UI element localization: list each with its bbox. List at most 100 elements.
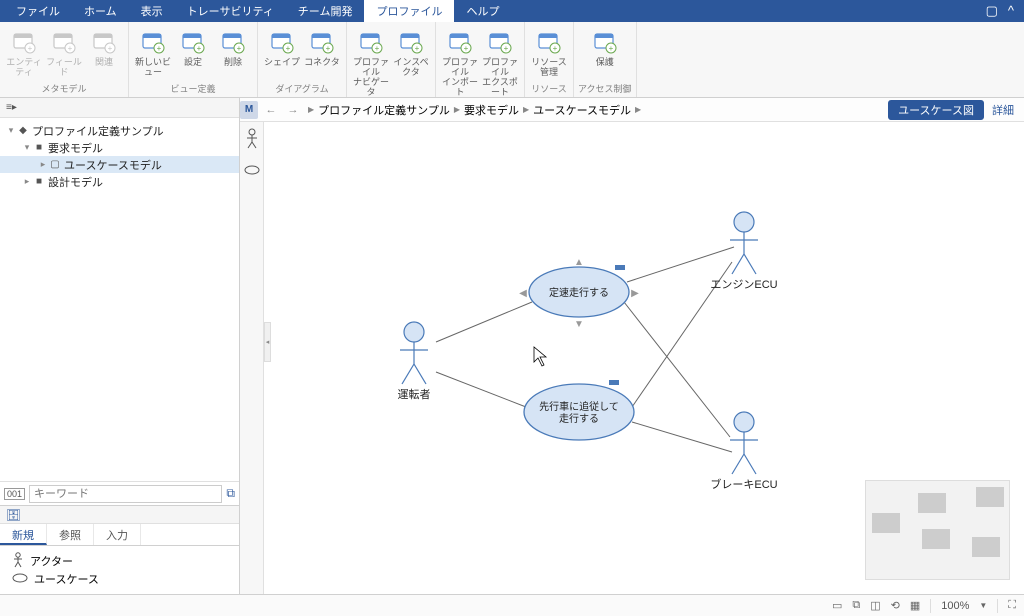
association-edge[interactable] [632, 422, 732, 452]
diagram-canvas[interactable]: ◂ 運転者エンジンECUブレーキECU定速走行する▲▼◀▶先行車に追従して走行す… [264, 122, 1024, 594]
association-edge[interactable] [436, 372, 526, 407]
tree-toggle-icon[interactable]: ▾ [6, 125, 16, 136]
resize-handle-icon[interactable]: ▼ [574, 319, 584, 330]
details-link[interactable]: 詳細 [988, 102, 1018, 118]
breadcrumb-segment[interactable]: 要求モデル [464, 102, 519, 118]
tree-item[interactable]: ▾■要求モデル [0, 139, 239, 156]
window-expand-icon[interactable]: ^ [1008, 3, 1014, 19]
ribbon-icon: + [591, 28, 619, 56]
tree-item[interactable]: ▾◆プロファイル定義サンプル [0, 122, 239, 139]
breadcrumb-segment[interactable]: ユースケースモデル [533, 102, 631, 118]
cursor-icon [534, 347, 546, 366]
ribbon-label: プロファイルインポート [440, 58, 480, 98]
palette-item[interactable]: ユースケース [12, 570, 227, 588]
tree-toggle-icon[interactable]: ▸ [22, 176, 32, 187]
breadcrumb-model-icon[interactable]: M [240, 101, 258, 119]
search-filter-icon[interactable]: ⧉ [226, 486, 235, 501]
actor-tool-icon[interactable] [245, 128, 259, 153]
ribbon-button[interactable]: +インスペクタ [391, 24, 431, 78]
svg-text:+: + [68, 44, 73, 53]
ribbon-button: +関連 [84, 24, 124, 68]
usecase-label: 定速走行する [549, 286, 609, 299]
resize-handle-icon[interactable]: ▶ [631, 288, 639, 299]
selection-tag-icon[interactable] [615, 265, 625, 270]
ribbon-icon: + [357, 28, 385, 56]
tree-item[interactable]: ▸■設計モデル [0, 173, 239, 190]
ribbon-button[interactable]: +プロファイルエクスポート [480, 24, 520, 98]
menu-tab-5[interactable]: プロファイル [364, 0, 454, 22]
menu-tab-0[interactable]: ファイル [4, 0, 72, 22]
menu-tab-6[interactable]: ヘルプ [454, 0, 511, 22]
diagram-type-badge[interactable]: ユースケース図 [888, 100, 984, 120]
ribbon-group-label: アクセス制御 [578, 82, 632, 97]
minimap[interactable] [865, 480, 1010, 580]
svg-text:+: + [504, 44, 509, 53]
ribbon-button[interactable]: +プロファイルナビゲータ [351, 24, 391, 98]
palette-item[interactable]: アクター [12, 552, 227, 570]
window-minimize-icon[interactable]: ▢ [986, 3, 998, 19]
menu-tab-3[interactable]: トレーサビリティ [175, 0, 286, 22]
sb-view1-icon[interactable]: ▭ [832, 599, 842, 612]
tree-node-label: 設計モデル [46, 174, 103, 190]
sb-view3-icon[interactable]: ◫ [870, 599, 880, 612]
ribbon-label: 保護 [596, 58, 614, 68]
sb-refresh-icon[interactable]: ⟲ [891, 599, 900, 612]
ribbon-label: 設定 [184, 58, 202, 68]
palette-tab[interactable]: 参照 [47, 524, 94, 545]
actor-node[interactable]: ブレーキECU [710, 412, 777, 491]
sb-view2-icon[interactable]: ⧉ [852, 599, 860, 612]
tree-toggle-icon[interactable]: ▸ [38, 159, 48, 170]
ribbon-button[interactable]: +リソース管理 [529, 24, 569, 78]
svg-text:+: + [553, 44, 558, 53]
ribbon-button[interactable]: +プロファイルインポート [440, 24, 480, 98]
association-edge[interactable] [624, 302, 730, 437]
menu-tab-1[interactable]: ホーム [72, 0, 129, 22]
usecase-tool-icon[interactable] [244, 165, 260, 178]
ribbon-icon: + [268, 28, 296, 56]
palette-item-label: アクター [30, 553, 73, 569]
ribbon-group: +新しいビュー+設定+削除ビュー定義 [129, 22, 258, 97]
tree-item[interactable]: ▸▢ユースケースモデル [0, 156, 239, 173]
nav-forward-button[interactable]: → [284, 101, 302, 119]
association-edge[interactable] [627, 247, 734, 282]
model-tree[interactable]: ▾◆プロファイル定義サンプル▾■要求モデル▸▢ユースケースモデル▸■設計モデル [0, 118, 239, 481]
resize-handle-icon[interactable]: ◀ [519, 288, 527, 299]
sb-layout-icon[interactable]: ▦ [910, 599, 920, 612]
usecase-node[interactable]: 定速走行する ▲ ▼ ◀ ▶ [519, 257, 639, 330]
ribbon-button[interactable]: +シェイプ [262, 24, 302, 68]
tree-node-icon: ▢ [48, 159, 62, 170]
breadcrumb: M ← → ▶プロファイル定義サンプル▶要求モデル▶ユースケースモデル▶ ユース… [240, 98, 1024, 122]
ribbon-button[interactable]: +設定 [173, 24, 213, 68]
actor-node[interactable]: 運転者 [398, 322, 431, 401]
search-mode-icon[interactable]: 001 [4, 488, 25, 500]
actor-label: ブレーキECU [710, 477, 777, 491]
ribbon-button[interactable]: + 保護 [585, 24, 625, 68]
breadcrumb-segment[interactable]: プロファイル定義サンプル [318, 102, 450, 118]
search-input[interactable] [29, 485, 222, 503]
sb-fit-icon[interactable]: ⛶ [1008, 599, 1016, 612]
zoom-level[interactable]: 100% [941, 600, 969, 612]
ribbon-button[interactable]: +コネクタ [302, 24, 342, 68]
usecase-label: 走行する [559, 412, 599, 425]
ribbon-group: +プロファイルインポート+プロファイルエクスポート共有 [436, 22, 525, 97]
zoom-dropdown-icon[interactable]: ▼ [979, 601, 987, 610]
selection-tag-icon[interactable] [609, 380, 619, 385]
ribbon-button[interactable]: +新しいビュー [133, 24, 173, 78]
tree-toggle-icon[interactable]: ▾ [22, 142, 32, 153]
ribbon-label: フィールド [44, 58, 84, 78]
breadcrumb-sep-icon: ▶ [308, 105, 314, 114]
menu-tab-4[interactable]: チーム開発 [286, 0, 365, 22]
usecase-node[interactable]: 先行車に追従して走行する [524, 384, 634, 440]
tree-tool-icon[interactable]: ≡▸ [6, 102, 17, 113]
ribbon-button[interactable]: +削除 [213, 24, 253, 68]
association-edge[interactable] [436, 302, 532, 342]
resize-handle-icon[interactable]: ▲ [574, 257, 584, 268]
breadcrumb-sep-icon: ▶ [454, 105, 460, 114]
palette-item-icon [12, 573, 28, 586]
palette-tab[interactable]: 新規 [0, 524, 47, 545]
usecase-label: 先行車に追従して [539, 400, 619, 413]
palette-tab[interactable]: 入力 [94, 524, 141, 545]
ribbon-label: エンティティ [4, 58, 44, 78]
nav-back-button[interactable]: ← [262, 101, 280, 119]
menu-tab-2[interactable]: 表示 [129, 0, 175, 22]
